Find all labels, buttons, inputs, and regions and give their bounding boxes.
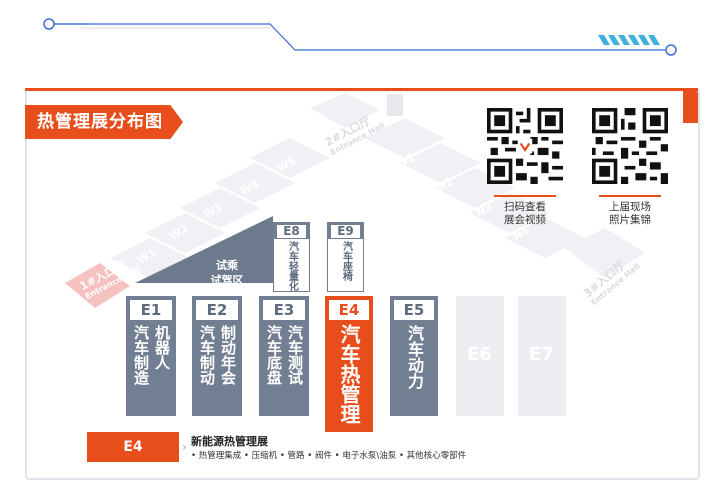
legend-title: 新能源热管理展 [191,435,268,448]
qr-video-caption-line1: 扫码查看 [504,201,546,213]
hall-e5-code: E5 [394,300,434,320]
hall-e9-code-box: E9 [328,223,363,239]
hall-e1-col2: 机器人 [153,325,171,370]
qr-photos-caption-line1: 上届现场 [609,201,651,213]
hall-e6-label: E6 [467,344,492,365]
page-title: 热管理展分布图 [25,105,183,139]
hall-e2-col1: 汽车制动 [198,325,216,385]
hall-e6-inactive: E6 [456,296,504,416]
hall-e3-col1: 汽车底盘 [265,325,283,385]
hall-e8-code: E8 [277,225,306,238]
decorative-header-line [43,18,677,56]
hall-e4-highlighted[interactable]: E4 汽车热管理 [325,296,373,432]
qr-code-video[interactable] [487,108,563,184]
hall-e1[interactable]: E1 汽车制造 机器人 [126,296,176,416]
hall-e9-code: E9 [331,225,360,238]
hall-e3-code: E3 [263,300,305,320]
hall-e7-inactive: E7 [518,296,566,416]
qr-code-photos[interactable] [592,108,668,184]
hall-e2[interactable]: E2 汽车制动 制动年会 [192,296,242,416]
legend-hall-code: E4 [87,432,179,462]
hall-e5-name: 汽车动力 [405,325,424,389]
hall-e4-code: E4 [329,300,369,320]
qr-photos-caption-line2: 照片集锦 [609,214,651,226]
test-ride-line1: 试乘 [216,259,238,272]
qr-photos-underline [599,195,661,197]
qr-video-underline [494,195,556,197]
qr-video-caption-line2: 展会视频 [504,214,546,226]
hall-e9[interactable]: E9 汽车座椅 [327,222,364,292]
qr-photos-caption: 上届现场 照片集锦 [585,201,675,227]
hall-e8-code-box: E8 [274,223,309,239]
hall-e2-code: E2 [196,300,238,320]
hall-e3[interactable]: E3 汽车底盘 汽车测试 [259,296,309,416]
hall-e1-col1: 汽车制造 [132,325,150,385]
card-corner-accent [683,88,698,123]
qr-video-caption: 扫码查看 展会视频 [480,201,570,227]
legend-chevron-icon: › [182,440,187,454]
hall-e7-label: E7 [529,344,554,365]
test-ride-area-label: 试乘 试驾区 [207,258,247,288]
hall-e2-col2: 制动年会 [219,325,237,385]
hall-e4-name: 汽车热管理 [337,324,361,424]
hall-e9-name: 汽车座椅 [340,241,352,281]
hall-e8[interactable]: E8 汽车轻量化 [273,222,310,292]
hall-e1-code: E1 [130,300,172,320]
hall-e8-name: 汽车轻量化 [286,241,298,291]
legend-items: • 热管理集成 • 压缩机 • 管路 • 阀件 • 电子水泵\油泵 • 其他核心… [191,451,467,461]
card-top-accent [25,88,698,91]
hall-e5[interactable]: E5 汽车动力 [390,296,438,416]
test-ride-line2: 试驾区 [210,274,244,287]
hall-e3-col2: 汽车测试 [286,325,304,385]
